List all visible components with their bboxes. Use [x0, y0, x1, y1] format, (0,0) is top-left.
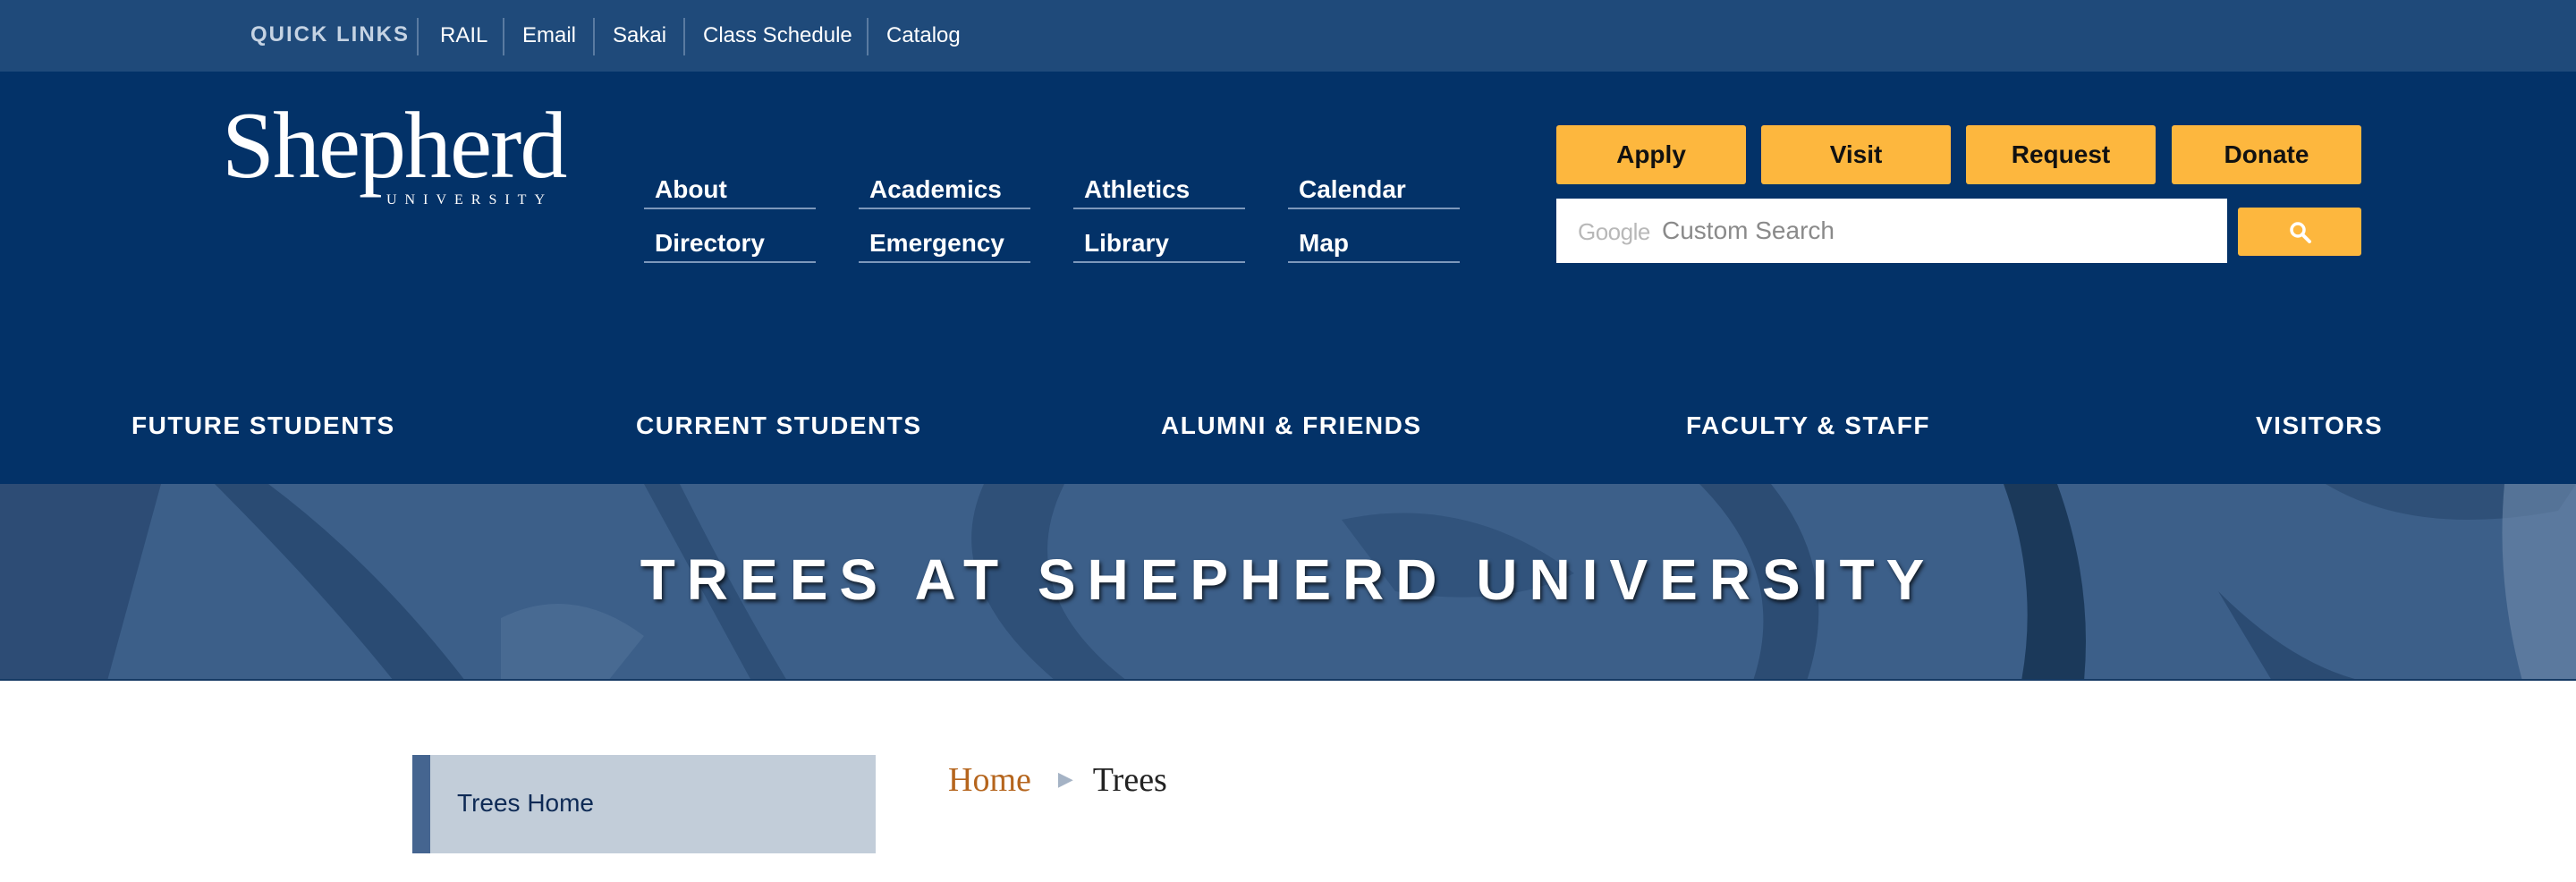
divider: [503, 18, 504, 55]
quick-link-sakai[interactable]: Sakai: [613, 23, 666, 48]
nav-map[interactable]: Map: [1288, 225, 1460, 263]
logo-wordmark: Shepherd: [222, 93, 567, 198]
nav-visitors[interactable]: VISITORS: [2256, 411, 2383, 440]
sidebar-item-trees-home[interactable]: Trees Home: [457, 789, 594, 818]
request-button[interactable]: Request: [1966, 125, 2156, 184]
google-brand-label: Google: [1578, 218, 1650, 245]
search-box: Google: [1556, 199, 2227, 263]
logo-subtitle: UNIVERSITY: [386, 192, 553, 208]
nav-directory[interactable]: Directory: [644, 225, 816, 263]
quick-links-title: QUICK LINKS: [250, 22, 410, 47]
quick-link-class-schedule[interactable]: Class Schedule: [703, 23, 852, 48]
apply-button[interactable]: Apply: [1556, 125, 1746, 184]
divider: [867, 18, 869, 55]
nav-emergency[interactable]: Emergency: [859, 225, 1030, 263]
nav-academics[interactable]: Academics: [859, 172, 1030, 209]
page-title: TREES AT SHEPHERD UNIVERSITY: [640, 547, 1936, 612]
nav-current-students[interactable]: CURRENT STUDENTS: [636, 411, 922, 440]
divider: [683, 18, 685, 55]
nav-alumni-friends[interactable]: ALUMNI & FRIENDS: [1161, 411, 1422, 440]
nav-library[interactable]: Library: [1073, 225, 1245, 263]
divider: [593, 18, 595, 55]
nav-future-students[interactable]: FUTURE STUDENTS: [131, 411, 395, 440]
quick-link-email[interactable]: Email: [522, 23, 576, 48]
nav-about[interactable]: About: [644, 172, 816, 209]
donate-button[interactable]: Donate: [2172, 125, 2361, 184]
triangle-right-icon: ▶: [1057, 768, 1073, 790]
nav-athletics[interactable]: Athletics: [1073, 172, 1245, 209]
page-banner: TREES AT SHEPHERD UNIVERSITY: [0, 484, 2576, 681]
sidebar-nav: Trees Home: [412, 755, 876, 853]
shepherd-university-logo[interactable]: Shepherd UNIVERSITY: [222, 98, 567, 268]
nav-faculty-staff[interactable]: FACULTY & STAFF: [1686, 411, 1930, 440]
breadcrumb-home-link[interactable]: Home: [948, 761, 1031, 799]
quick-links-bar: QUICK LINKS RAIL Email Sakai Class Sched…: [0, 0, 2576, 72]
breadcrumb: Home ▶ Trees: [948, 760, 1167, 800]
search-button[interactable]: [2238, 208, 2361, 256]
visit-button[interactable]: Visit: [1761, 125, 1951, 184]
quick-link-rail[interactable]: RAIL: [440, 23, 487, 48]
nav-calendar[interactable]: Calendar: [1288, 172, 1460, 209]
divider: [417, 18, 419, 55]
breadcrumb-current: Trees: [1092, 761, 1167, 799]
quick-link-catalog[interactable]: Catalog: [886, 23, 961, 48]
search-icon: [2290, 222, 2311, 243]
search-input[interactable]: [1662, 211, 2199, 250]
